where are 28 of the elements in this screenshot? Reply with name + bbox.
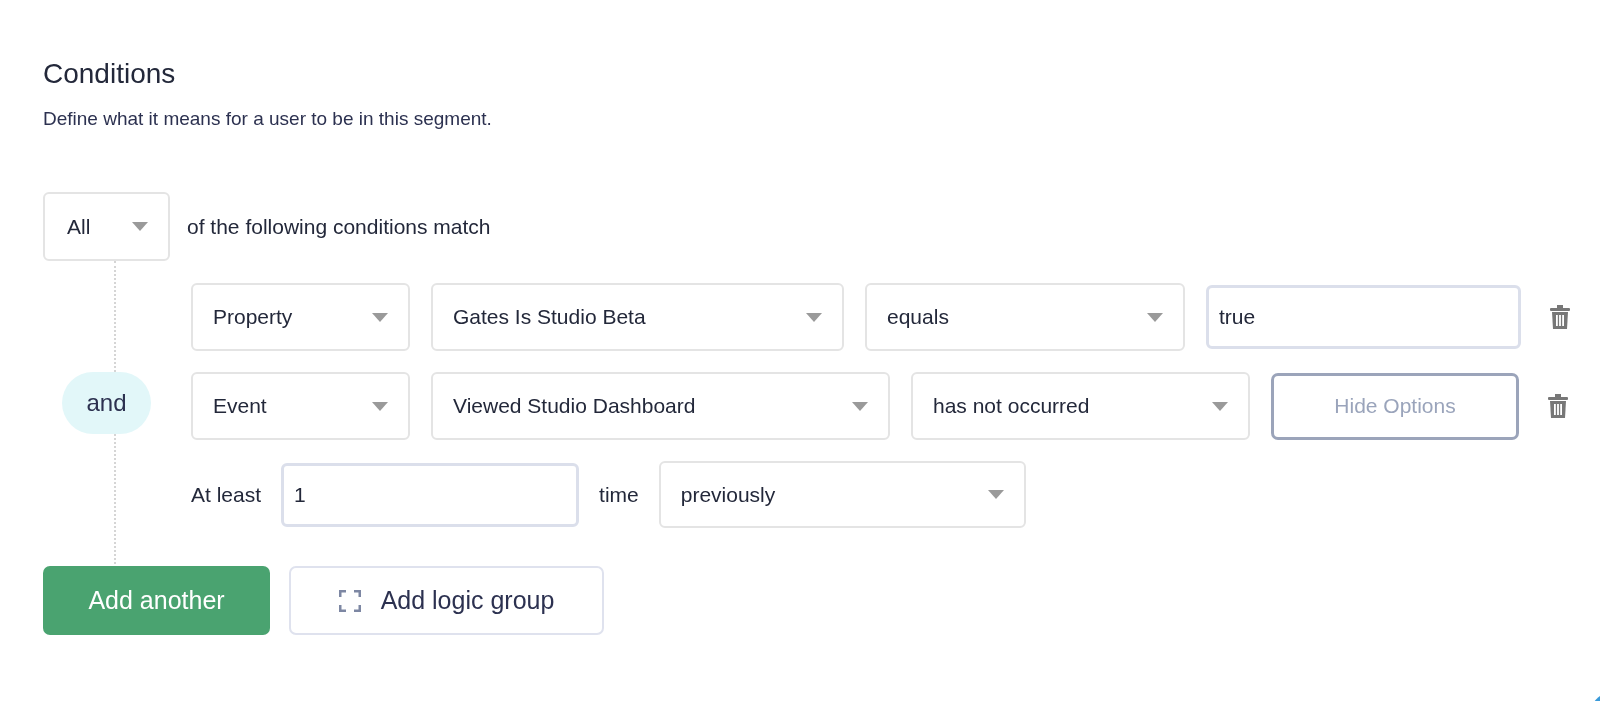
caret-icon	[1212, 401, 1228, 411]
dropdown[interactable]: equals	[865, 283, 1185, 351]
caret-icon	[852, 401, 868, 411]
field-label: time	[599, 482, 639, 507]
dropdown[interactable]: Gates Is Studio Beta	[431, 283, 844, 351]
caret-icon	[806, 312, 822, 322]
caret-icon	[372, 401, 388, 411]
caret-icon	[1147, 312, 1163, 322]
dropdown[interactable]: has not occurred	[911, 372, 1250, 440]
caret-icon	[372, 312, 388, 322]
match-dropdown[interactable]: All	[43, 192, 170, 261]
caret-icon	[987, 490, 1004, 499]
dropdown[interactable]: previously	[658, 461, 1026, 528]
input-field[interactable]: 1	[281, 462, 580, 527]
dropdown[interactable]: Viewed Studio Dashboard	[431, 372, 890, 440]
delete-icon	[1548, 394, 1568, 418]
dropdown[interactable]: Event	[191, 372, 410, 440]
section-description: Define what it means for a user to be in this segment.	[43, 107, 493, 131]
and-connector: and	[62, 372, 151, 434]
dropdown[interactable]: Property	[191, 283, 410, 351]
delete-icon	[1550, 305, 1570, 329]
brackets-icon	[338, 589, 361, 612]
match-description: of the following conditions match	[187, 214, 491, 239]
add-logic-group-button[interactable]: Add logic group	[289, 566, 604, 635]
caret-icon	[132, 222, 148, 231]
field-label: At least	[191, 482, 262, 507]
input-field[interactable]: true	[1206, 285, 1521, 349]
section-title: Conditions	[43, 57, 177, 91]
